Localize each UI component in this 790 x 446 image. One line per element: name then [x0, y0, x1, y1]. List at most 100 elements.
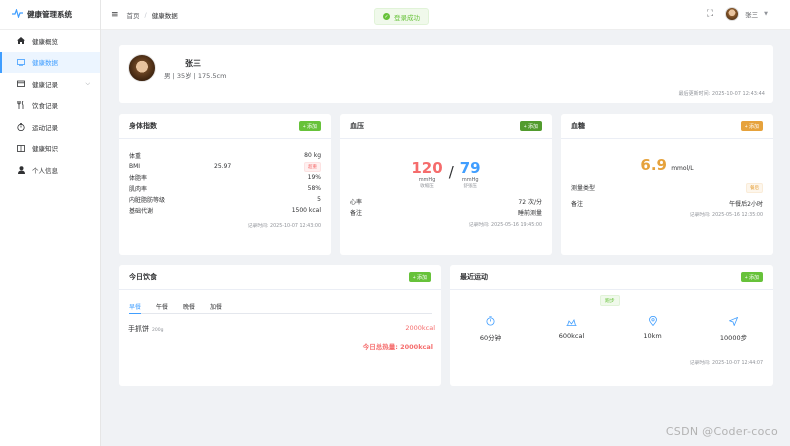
list-item: 备注 睡前测量	[340, 207, 552, 218]
record-time: 记录时间: 2025-10-07 12:44:07	[689, 361, 763, 366]
sidebar-item-profile[interactable]: 个人信息	[0, 159, 100, 181]
stopwatch-icon	[486, 315, 495, 327]
fork-knife-icon	[16, 101, 26, 110]
add-body-index-button[interactable]: + 添加	[298, 121, 321, 131]
card-title: 最近运动	[460, 273, 488, 281]
card-title: 今日饮食	[129, 273, 157, 281]
sidebar-item-label: 个人信息	[32, 166, 58, 175]
fullscreen-icon[interactable]: ⛶	[707, 9, 713, 19]
sidebar-item-records[interactable]: 健康记录 ⌵	[0, 73, 100, 95]
top-header: ≡ 首页 / 健康数据 ✓ 登录成功 ⛶ 张三 ▼	[101, 0, 790, 30]
add-meal-button[interactable]: + 添加	[408, 272, 431, 282]
food-weight: 200g	[152, 328, 164, 333]
bmi-value: 25.97	[214, 163, 232, 170]
row-value: 5	[317, 196, 321, 203]
row-label: 体重	[129, 153, 142, 160]
row-label: 测量类型	[571, 185, 596, 192]
row-value: 80 kg	[304, 152, 321, 159]
record-time: 记录时间: 2025-05-16 19:45:00	[468, 223, 542, 228]
card-title: 身体指数	[129, 122, 157, 130]
book-icon	[16, 144, 26, 152]
row-value: 58%	[307, 185, 321, 192]
food-name: 手抓饼	[128, 325, 149, 333]
card-header: 血压 + 添加	[340, 114, 552, 139]
menu-toggle-icon[interactable]: ≡	[111, 10, 119, 20]
flame-icon	[566, 315, 577, 327]
profile-updated-time: 最后更新时间: 2025-10-07 12:43:44	[678, 91, 765, 97]
sidebar-menu: 健康概览 健康数据 健康记录 ⌵ 饮食记录 运动记录 健康知识 个人信息	[0, 30, 100, 181]
timer-icon	[16, 122, 26, 131]
location-pin-icon	[648, 315, 657, 327]
blood-sugar-card: 血糖 + 添加 6.9 mmol/L 测量类型 餐后 备注 午餐后2小时 记录时…	[561, 114, 773, 255]
list-item: 肌肉率 58%	[119, 183, 331, 194]
watermark: CSDN @Coder-coco	[665, 425, 778, 438]
record-icon	[16, 80, 26, 88]
row-label: 备注	[571, 201, 584, 208]
status-badge: 超重	[304, 161, 321, 172]
exercise-duration: 60分钟	[479, 334, 502, 342]
success-toast: ✓ 登录成功	[374, 8, 429, 25]
sidebar-item-label: 健康数据	[32, 59, 58, 68]
row-value: 睡前测量	[517, 210, 542, 217]
list-item: 心率 72 次/分	[340, 196, 552, 207]
tab-snack[interactable]: 加餐	[210, 302, 222, 313]
tab-lunch[interactable]: 午餐	[156, 302, 168, 313]
card-title: 血糖	[571, 122, 585, 130]
sidebar-item-knowledge[interactable]: 健康知识	[0, 138, 100, 160]
app-logo[interactable]: 健康管理系统	[0, 0, 100, 30]
blood-pressure-readings: 120 mmHg 收缩压 / 79 mmHg 舒张压	[340, 159, 552, 189]
blood-sugar-value: 6.9	[640, 156, 667, 174]
blood-sugar-details: 测量类型 餐后 备注 午餐后2小时 记录时间: 2025-05-16 12:35…	[561, 182, 773, 218]
card-header: 最近运动 + 添加	[450, 265, 773, 290]
pulse-icon	[12, 7, 23, 21]
tab-breakfast[interactable]: 早餐	[129, 302, 142, 314]
card-header: 身体指数 + 添加	[119, 114, 331, 139]
row-label: BMI	[129, 163, 141, 170]
breadcrumb-home[interactable]: 首页	[127, 10, 140, 20]
row-label: 基础代谢	[129, 208, 154, 215]
sidebar-item-label: 健康记录	[32, 80, 58, 89]
diastolic-label: 舒张压	[463, 184, 477, 189]
chevron-down-icon[interactable]: ▼	[764, 11, 768, 17]
row-value: 72 次/分	[518, 199, 542, 206]
monitor-icon	[16, 58, 26, 66]
sidebar-item-diet[interactable]: 饮食记录	[0, 95, 100, 117]
row-value: 1500 kcal	[291, 207, 321, 214]
add-exercise-button[interactable]: + 添加	[740, 272, 763, 282]
profile-avatar	[128, 54, 156, 82]
total-calories: 今日总热量: 2000kcal	[362, 343, 433, 351]
diet-card: 今日饮食 + 添加 早餐 午餐 晚餐 加餐 手抓饼 200g 2000kcal 今…	[119, 265, 441, 386]
add-blood-sugar-button[interactable]: + 添加	[740, 121, 763, 131]
check-circle-icon: ✓	[383, 13, 390, 20]
exercise-type-tag: 跑步	[600, 295, 620, 306]
row-label: 内脏脂肪等级	[129, 197, 166, 204]
list-item: 体重 80 kg	[119, 150, 331, 161]
user-name[interactable]: 张三	[745, 9, 758, 19]
systolic-reading: 120 mmHg 收缩压	[411, 159, 442, 189]
tab-dinner[interactable]: 晚餐	[183, 302, 195, 313]
blood-pressure-card: 血压 + 添加 120 mmHg 收缩压 / 79 mmHg 舒张压 心率 72…	[340, 114, 552, 255]
chevron-down-icon: ⌵	[85, 79, 90, 87]
list-item: 10000步	[693, 315, 774, 342]
breadcrumb-current: 健康数据	[151, 11, 178, 20]
list-item: BMI 25.97 超重	[119, 161, 331, 172]
slash-divider: /	[448, 163, 454, 181]
body-index-card: 身体指数 + 添加 体重 80 kg BMI 25.97 超重 体脂率 19% …	[119, 114, 331, 255]
list-item: 600kcal	[531, 315, 612, 342]
avatar[interactable]	[725, 7, 740, 21]
record-time: 记录时间: 2025-10-07 12:43:00	[247, 224, 321, 229]
add-blood-pressure-button[interactable]: + 添加	[519, 121, 542, 131]
navigation-arrow-icon	[729, 315, 738, 327]
user-icon	[16, 165, 26, 174]
exercise-calories: 600kcal	[558, 332, 585, 340]
sidebar-item-overview[interactable]: 健康概览	[0, 30, 100, 52]
blood-sugar-reading: 6.9 mmol/L	[561, 156, 773, 174]
list-item: 测量类型 餐后	[561, 182, 773, 193]
profile-card: 张三 男 | 35岁 | 175.5cm 最后更新时间: 2025-10-07 …	[119, 45, 773, 103]
sidebar-item-exercise[interactable]: 运动记录	[0, 116, 100, 138]
sidebar-item-health-data[interactable]: 健康数据	[0, 51, 100, 73]
sidebar-item-label: 健康概览	[32, 37, 58, 46]
card-header: 今日饮食 + 添加	[119, 265, 441, 290]
food-calories: 2000kcal	[405, 324, 435, 332]
sidebar-item-label: 运动记录	[32, 123, 58, 132]
